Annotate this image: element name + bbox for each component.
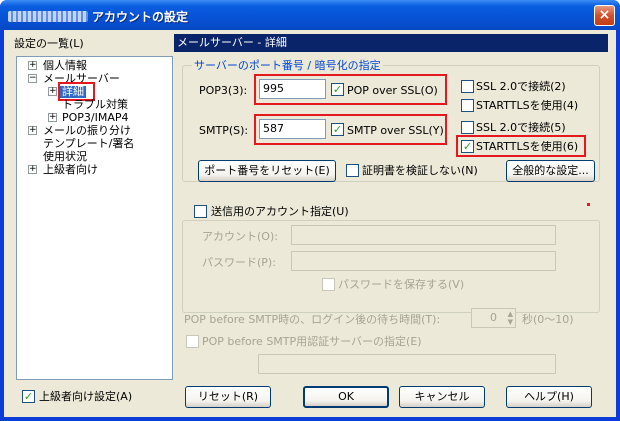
expand-icon[interactable]: + xyxy=(48,87,57,96)
account-label: アカウント(O): xyxy=(202,230,278,243)
reset-ports-button[interactable]: ポート番号をリセット(E) xyxy=(198,160,336,182)
pop-ssl2-checkbox[interactable] xyxy=(461,80,474,93)
window: アカウントの設定 × 設定の一覧(L) + 個人情報 − メールサーバー + 詳… xyxy=(0,0,620,421)
port-group-title: サーバーのポート番号 / 暗号化の指定 xyxy=(192,59,383,72)
tree-item-troubleshoot[interactable]: トラブル対策 xyxy=(62,99,128,111)
highlight-box xyxy=(254,74,447,105)
smtp-ssl2-checkbox[interactable] xyxy=(461,121,474,134)
smtp-ssl2-label[interactable]: SSL 2.0で接続(5) xyxy=(476,121,566,134)
pop-auth-server-input[interactable] xyxy=(258,354,556,374)
send-account-checkbox[interactable] xyxy=(194,205,207,218)
wait-time-unit: 秒(0〜10) xyxy=(522,313,574,326)
title-bar[interactable]: アカウントの設定 × xyxy=(0,0,620,30)
no-verify-cert-label[interactable]: 証明書を検証しない(N) xyxy=(362,164,478,177)
tree-item-usage[interactable]: 使用状況 xyxy=(43,151,87,163)
settings-list-label: 設定の一覧(L) xyxy=(14,37,84,50)
expand-icon[interactable]: + xyxy=(28,165,37,174)
expand-icon[interactable]: + xyxy=(28,126,37,135)
no-verify-cert-checkbox[interactable] xyxy=(346,164,359,177)
wait-time-value: 0 xyxy=(490,311,497,324)
pop-before-smtp-wait-label: POP before SMTP時の、ログイン後の待ち時間(T): xyxy=(184,313,441,326)
pop-starttls-checkbox[interactable] xyxy=(461,99,474,112)
save-password-checkbox[interactable] xyxy=(322,278,335,291)
red-dot xyxy=(587,203,590,206)
password-input[interactable] xyxy=(291,251,556,271)
pop3-label: POP3(3): xyxy=(199,84,248,97)
general-settings-button[interactable]: 全般的な設定... xyxy=(506,160,595,182)
expand-icon[interactable]: + xyxy=(48,113,57,122)
send-account-label[interactable]: 送信用のアカウント指定(U) xyxy=(209,205,351,218)
blurred-account-name xyxy=(8,11,88,22)
tree-item-advanced[interactable]: 上級者向け xyxy=(43,164,98,176)
tree-item-template[interactable]: テンプレート/署名 xyxy=(43,138,134,150)
account-input[interactable] xyxy=(291,225,556,245)
collapse-icon[interactable]: − xyxy=(28,74,37,83)
close-icon: × xyxy=(598,7,611,23)
tree-item-pop3-imap4[interactable]: POP3/IMAP4 xyxy=(62,112,129,124)
settings-tree[interactable]: + 個人情報 − メールサーバー + 詳細 トラブル対策 + POP3/IMAP… xyxy=(16,56,173,380)
help-button[interactable]: ヘルプ(H) xyxy=(506,386,592,408)
pop-ssl2-label[interactable]: SSL 2.0で接続(2) xyxy=(476,80,566,93)
spin-arrows-icon[interactable]: ▲ ▼ xyxy=(508,310,513,326)
wait-time-spinner[interactable]: 0 ▲ ▼ xyxy=(471,308,516,328)
window-title: アカウントの設定 xyxy=(8,8,188,25)
highlight-box xyxy=(456,135,586,157)
expand-icon[interactable]: + xyxy=(28,61,37,70)
dialog-body: 設定の一覧(L) + 個人情報 − メールサーバー + 詳細 トラブル対策 + … xyxy=(4,30,616,417)
close-button[interactable]: × xyxy=(594,5,615,26)
cancel-button[interactable]: キャンセル xyxy=(399,386,485,408)
advanced-settings-checkbox[interactable]: ✓ xyxy=(22,390,35,403)
pop-starttls-label[interactable]: STARTTLSを使用(4) xyxy=(476,99,578,112)
highlight-box xyxy=(254,114,447,145)
reset-button[interactable]: リセット(R) xyxy=(185,386,271,408)
pop-auth-server-label[interactable]: POP before SMTP用認証サーバーの指定(E) xyxy=(202,335,422,348)
password-label: パスワード(P): xyxy=(202,256,276,269)
panel-header: メールサーバー - 詳細 xyxy=(174,34,608,52)
tree-item-filter[interactable]: メールの振り分け xyxy=(43,125,131,137)
advanced-settings-label[interactable]: 上級者向け設定(A) xyxy=(39,390,132,403)
pop-auth-server-checkbox[interactable] xyxy=(186,335,199,348)
window-title-text: アカウントの設定 xyxy=(92,10,189,24)
smtp-label: SMTP(S): xyxy=(199,124,249,137)
tree-item-personal[interactable]: 個人情報 xyxy=(43,60,87,72)
ok-button[interactable]: OK xyxy=(303,386,389,408)
save-password-label[interactable]: パスワードを保存する(V) xyxy=(338,278,464,291)
